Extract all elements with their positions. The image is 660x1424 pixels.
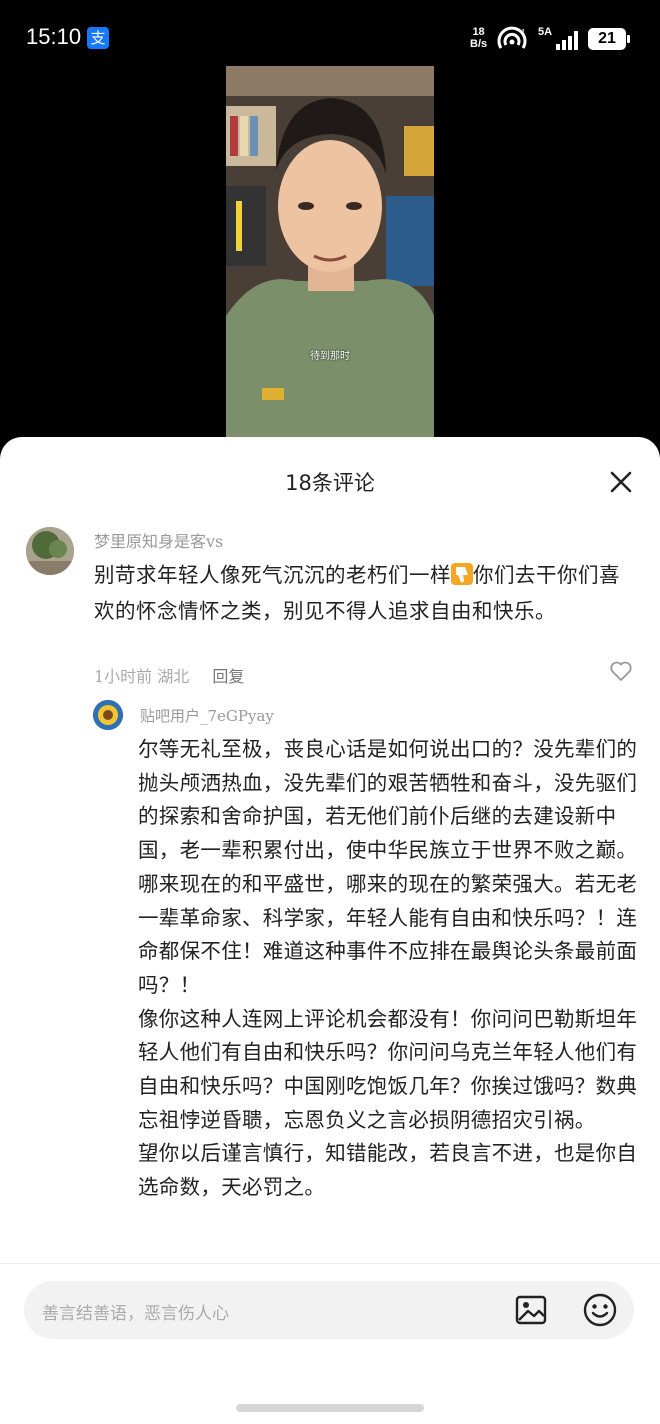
status-time: 15:10 — [26, 24, 82, 49]
reply-button[interactable]: 回复 — [212, 667, 244, 686]
thumbs-down-icon — [451, 563, 473, 585]
image-icon[interactable] — [514, 1293, 548, 1327]
heart-icon[interactable] — [609, 659, 633, 683]
comment-input-placeholder: 善言结善语，恶言伤人心 — [42, 1304, 229, 1324]
sunflower-avatar-image — [93, 700, 123, 730]
svg-text:1: 1 — [521, 28, 526, 37]
signal-icon — [556, 31, 578, 50]
close-icon[interactable] — [604, 465, 638, 499]
avatar-image — [26, 527, 74, 575]
reply-paragraph: 尔等无礼至极，丧良心话是如何说出口的？没先辈们的抛头颅洒热血，没先辈们的艰苦牺牲… — [138, 737, 638, 997]
hotspot-icon: 1 — [497, 26, 527, 49]
comment-text: 别苛求年轻人像死气沉沉的老朽们一样 你们去干你们喜欢的怀念情怀之类，别见不得人追求… — [94, 557, 639, 629]
video-subtitle: 待到那时 — [310, 351, 350, 362]
video-player[interactable]: 待到那时 — [226, 66, 434, 438]
reply-username[interactable]: 贴吧用户_7eGPyay — [140, 705, 274, 726]
home-indicator[interactable] — [236, 1404, 424, 1412]
reply-avatar[interactable] — [93, 700, 123, 730]
comment-text-part1: 别苛求年轻人像死气沉沉的老朽们一样 — [94, 563, 451, 587]
comment-username[interactable]: 梦里原知身是客vs — [94, 528, 223, 552]
avatar[interactable] — [26, 527, 74, 575]
comment-input[interactable]: 善言结善语，恶言伤人心 — [24, 1281, 634, 1339]
reply-paragraph: 望你以后谨言慎行，知错能改，若良言不进，也是你自选命数，天必罚之。 — [138, 1141, 638, 1200]
reply-paragraph: 像你这种人连网上评论机会都没有！你问问巴勒斯坦年轻人他们有自由和快乐吗？你问问乌… — [138, 1006, 638, 1132]
net-speed-value: 18 — [472, 26, 485, 38]
comment-input-bar: 善言结善语，恶言伤人心 — [0, 1264, 660, 1424]
battery-level: 21 — [598, 30, 616, 47]
reply-text: 尔等无礼至极，丧良心话是如何说出口的？没先辈们的抛头颅洒热血，没先辈们的艰苦牺牲… — [138, 733, 638, 1205]
comment-location: 湖北 — [157, 667, 190, 686]
comments-sheet: 18条评论 梦里原知身是客vs 别苛求年轻人像死气沉沉的老朽们一样 你们去干你们喜… — [0, 437, 660, 1424]
net-speed-unit: B/s — [470, 38, 488, 50]
alipay-icon: 支 — [87, 27, 109, 49]
comments-title: 18条评论 — [285, 471, 375, 495]
battery-icon: 21 — [588, 28, 630, 50]
emoji-icon[interactable] — [582, 1292, 618, 1328]
net-speed: 18 B/s — [470, 26, 487, 50]
video-frame — [226, 66, 434, 438]
comment-meta: 1小时前 湖北 回复 — [94, 663, 244, 687]
comment-time: 1小时前 — [94, 667, 153, 686]
